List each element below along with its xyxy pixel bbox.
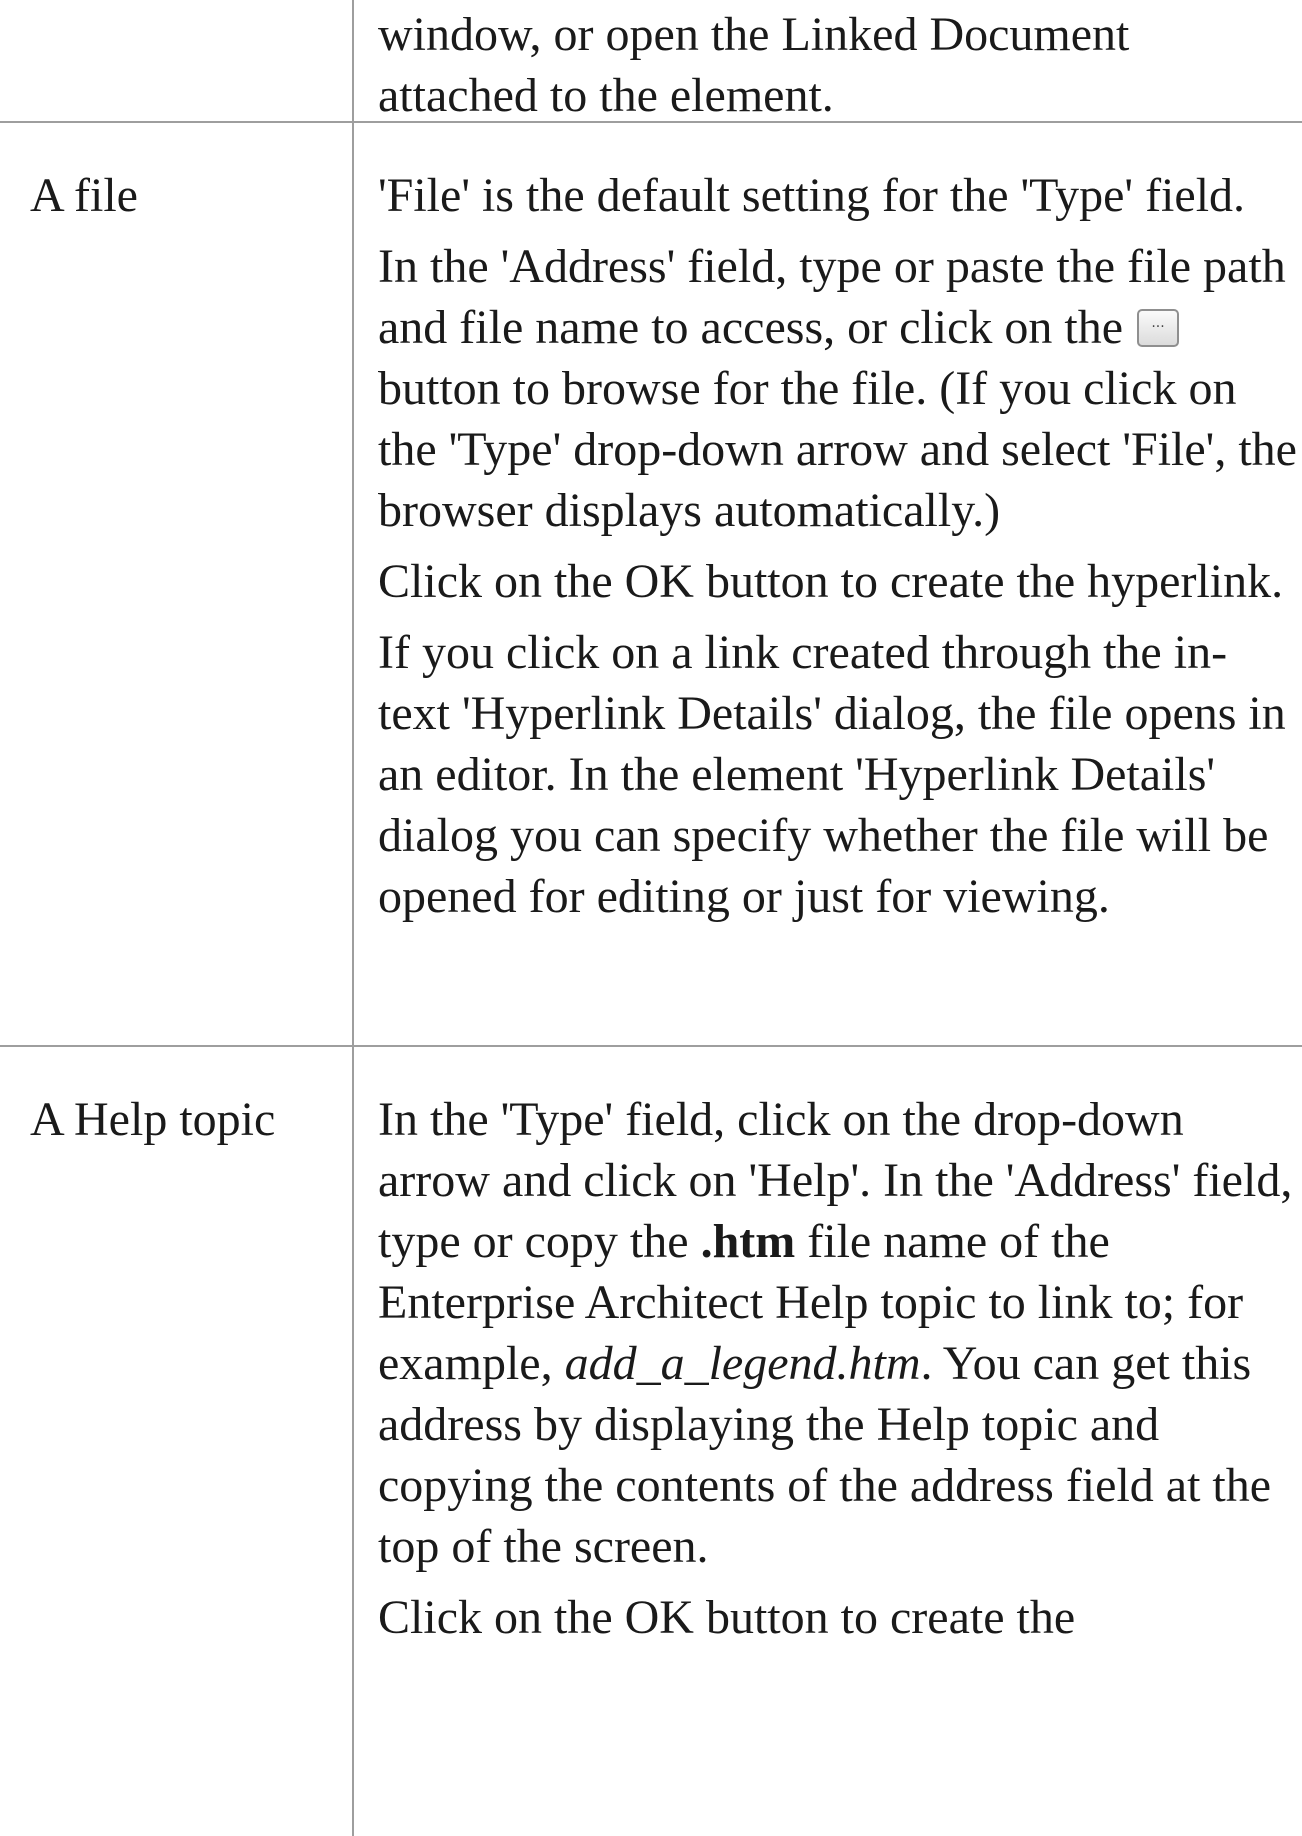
row-divider [0,1045,1302,1047]
column-divider [352,0,354,1836]
description-paragraph: Click on the OK button to create the hyp… [378,555,1284,608]
example-filename-text: add_a_legend.htm [564,1337,921,1390]
description-paragraph: If you click on a link created through t… [378,626,1286,923]
row-file-description: 'File' is the default setting for the 'T… [378,165,1298,937]
row-label-help-topic: A Help topic [30,1093,276,1146]
file-extension-text: .htm [700,1215,796,1268]
description-paragraph: In the 'Address' field, type or paste th… [378,236,1298,541]
ellipsis-button-icon [1137,309,1180,347]
row-continued-description: window, or open the Linked Document atta… [378,4,1298,136]
description-paragraph: 'File' is the default setting for the 'T… [378,169,1246,222]
description-text: button to browse for the file. (If you c… [378,362,1297,537]
row-help-topic-description: In the 'Type' field, click on the drop-d… [378,1089,1298,1658]
description-paragraph: Click on the OK button to create the [378,1591,1076,1644]
description-paragraph: window, or open the Linked Document atta… [378,8,1130,122]
hyperlink-options-table: window, or open the Linked Document atta… [0,0,1302,1836]
row-label-file: A file [30,169,138,222]
description-paragraph: In the 'Type' field, click on the drop-d… [378,1089,1298,1577]
